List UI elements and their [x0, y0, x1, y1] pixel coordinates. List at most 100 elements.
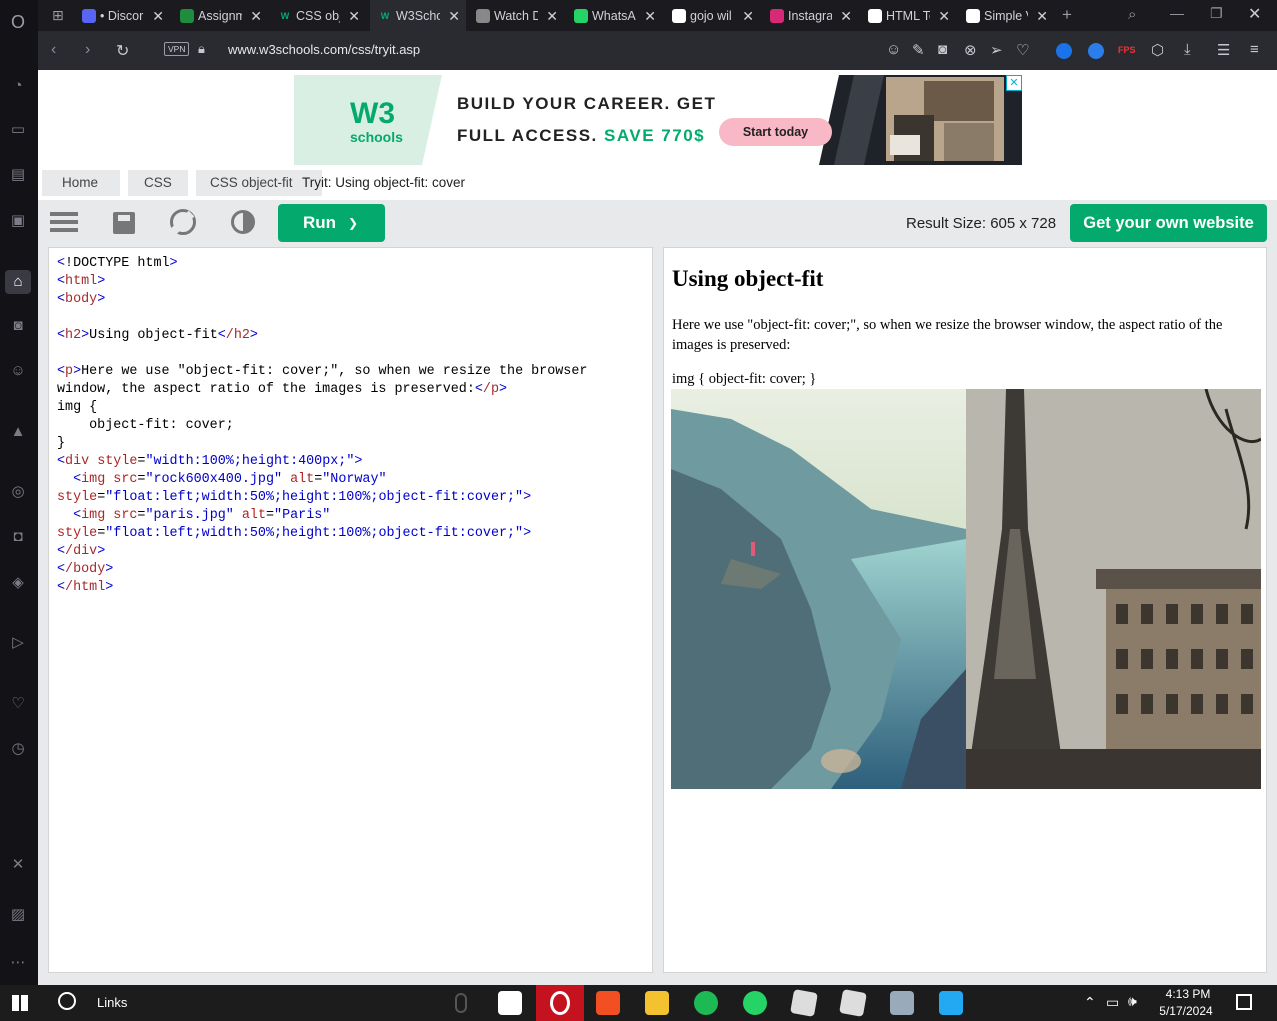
volume-icon[interactable]: 🕪︎ — [1128, 993, 1137, 1010]
adblock-icon[interactable]: ⊗ — [964, 41, 977, 59]
result-frame[interactable]: Using object-fit Here we use "object-fit… — [663, 247, 1267, 973]
tab-label: Assignm — [198, 8, 242, 23]
vpn-badge[interactable]: VPN — [164, 42, 190, 56]
fps-extension-icon[interactable]: FPS — [1118, 45, 1136, 55]
url-field[interactable]: www.w3schools.com/css/tryit.asp — [228, 42, 420, 57]
store-icon[interactable] — [596, 991, 620, 1015]
notifications-icon[interactable] — [1236, 994, 1252, 1010]
tab-label: • Discor — [100, 8, 144, 23]
search-icon[interactable] — [58, 992, 76, 1010]
workspaces-icon[interactable]: ▭ — [8, 120, 28, 140]
run-button[interactable]: Run ❯ — [278, 204, 385, 242]
ad-banner[interactable]: W3 schools BUILD YOUR CAREER. GET FULL A… — [294, 75, 1022, 165]
watch-icon — [476, 8, 490, 23]
roblox-studio-icon[interactable] — [839, 989, 867, 1017]
rotate-icon[interactable] — [164, 203, 202, 241]
emoji-icon[interactable]: ☺ — [8, 361, 28, 381]
speed-dial-icon[interactable]: ◔ — [8, 76, 28, 96]
tab-globe[interactable]: Simple V ✕ — [958, 0, 1054, 31]
opera-taskbar-icon[interactable] — [536, 985, 584, 1021]
clock-date[interactable]: 5/17/2024 — [1156, 1004, 1216, 1018]
tab-classroom[interactable]: Assignm ✕ — [172, 0, 268, 31]
network-icon[interactable]: ▭ — [1106, 994, 1119, 1011]
easy-setup-icon[interactable]: ☰ — [1217, 41, 1230, 59]
send-icon[interactable]: ➢ — [990, 41, 1003, 59]
ad-cta-button[interactable]: Start today — [719, 118, 832, 146]
discord-icon[interactable]: ◈ — [8, 573, 28, 593]
tab-close-icon[interactable]: ✕ — [742, 8, 754, 25]
reload-icon[interactable]: ↻ — [116, 41, 129, 61]
spotify-icon[interactable] — [694, 991, 718, 1015]
lock-icon[interactable]: 🔒︎ — [198, 41, 205, 57]
heart-icon[interactable]: ♡ — [1016, 41, 1029, 59]
twitch-icon[interactable]: ▤ — [8, 165, 28, 185]
code-text[interactable]: <!DOCTYPE html> <html> <body> <h2>Using … — [57, 255, 587, 597]
tab-instagram[interactable]: Instagra ✕ — [762, 0, 858, 31]
breadcrumb-css[interactable]: CSS — [128, 170, 188, 196]
whatsapp-taskbar-icon[interactable] — [743, 991, 767, 1015]
tab-close-icon[interactable]: ✕ — [1036, 8, 1048, 25]
file-explorer-icon[interactable] — [645, 991, 669, 1015]
code-editor[interactable]: <!DOCTYPE html> <html> <body> <h2>Using … — [48, 247, 653, 973]
aria-icon[interactable]: ▲ — [8, 422, 28, 442]
vscode-icon[interactable] — [939, 991, 963, 1015]
opera-logo-icon[interactable]: O — [8, 12, 28, 32]
ad-close-icon[interactable]: ✕ — [1006, 75, 1022, 91]
tab-watch[interactable]: Watch D ✕ — [468, 0, 564, 31]
extension-blue-icon[interactable] — [1056, 43, 1072, 59]
download-icon[interactable]: ⤓ — [1184, 41, 1191, 58]
tab-close-icon[interactable]: ✕ — [840, 8, 852, 25]
tab-whatsapp[interactable]: WhatsAp ✕ — [566, 0, 662, 31]
camera-icon[interactable]: ◙ — [938, 41, 947, 58]
tab-w3[interactable]: W W3Scho ✕ — [370, 0, 466, 31]
tab-close-icon[interactable]: ✕ — [448, 8, 460, 25]
share-icon[interactable]: ✎ — [912, 41, 925, 59]
extension-video-icon[interactable] — [1088, 43, 1104, 59]
clock-time[interactable]: 4:13 PM — [1162, 987, 1214, 1001]
restore-button[interactable]: ❐ — [1210, 5, 1223, 22]
get-website-button[interactable]: Get your own website — [1070, 204, 1267, 242]
tab-close-icon[interactable]: ✕ — [250, 8, 262, 25]
tab-close-icon[interactable]: ✕ — [152, 8, 164, 25]
close-window-button[interactable]: ✕ — [1248, 4, 1261, 24]
address-bar: ‹ › ↻ VPN 🔒︎ www.w3schools.com/css/tryit… — [38, 31, 1277, 70]
gaming-icon[interactable]: ◙ — [8, 316, 28, 336]
windows-start-icon[interactable] — [12, 995, 28, 1011]
menu-icon[interactable]: ≡ — [1250, 41, 1259, 58]
gallery-icon[interactable]: ▨ — [8, 905, 28, 925]
forward-icon[interactable]: › — [85, 41, 90, 59]
cpu-icon[interactable]: ▣ — [8, 211, 28, 231]
back-icon[interactable]: ‹ — [51, 41, 56, 59]
minimize-button[interactable]: — — [1170, 5, 1184, 21]
new-tab-button[interactable]: + — [1062, 5, 1072, 25]
save-icon[interactable] — [113, 212, 135, 234]
search-tabs-icon[interactable]: ⌕ — [1128, 6, 1136, 23]
tray-chevron-icon[interactable]: ⌃ — [1084, 994, 1096, 1011]
hamburger-menu-icon[interactable] — [50, 212, 78, 216]
tab-close-icon[interactable]: ✕ — [644, 8, 656, 25]
dark-mode-icon[interactable] — [231, 210, 255, 234]
capcut-icon[interactable] — [498, 991, 522, 1015]
favorites-icon[interactable]: ♡ — [8, 694, 28, 714]
home-icon[interactable]: ⌂ — [5, 270, 31, 294]
taskbar-search-label[interactable]: Links — [97, 995, 127, 1010]
tab-discord[interactable]: • Discor ✕ — [74, 0, 170, 31]
tab-search-icon[interactable]: ⊞ — [44, 0, 74, 31]
tab-openai[interactable]: HTML Te ✕ — [860, 0, 956, 31]
tab-google[interactable]: gojo wil ✕ — [664, 0, 760, 31]
tab-close-icon[interactable]: ✕ — [348, 8, 360, 25]
breadcrumb-home[interactable]: Home — [42, 170, 120, 196]
player-icon[interactable]: ▷ — [8, 633, 28, 653]
more-icon[interactable]: ⋯ — [8, 953, 28, 973]
tools-icon[interactable]: ✕ — [8, 855, 28, 875]
emoji-toolbar-icon[interactable]: ☺ — [886, 41, 901, 58]
tab-close-icon[interactable]: ✕ — [546, 8, 558, 25]
box-icon[interactable]: ⬡ — [1151, 41, 1164, 59]
tab-w3[interactable]: W CSS obje ✕ — [270, 0, 366, 31]
instagram-icon[interactable]: ◘ — [8, 527, 28, 547]
roblox-icon[interactable] — [790, 989, 818, 1017]
whatsapp-icon[interactable]: ◎ — [8, 482, 28, 502]
history-icon[interactable]: ◷ — [8, 739, 28, 759]
tab-close-icon[interactable]: ✕ — [938, 8, 950, 25]
app-icon[interactable] — [890, 991, 914, 1015]
